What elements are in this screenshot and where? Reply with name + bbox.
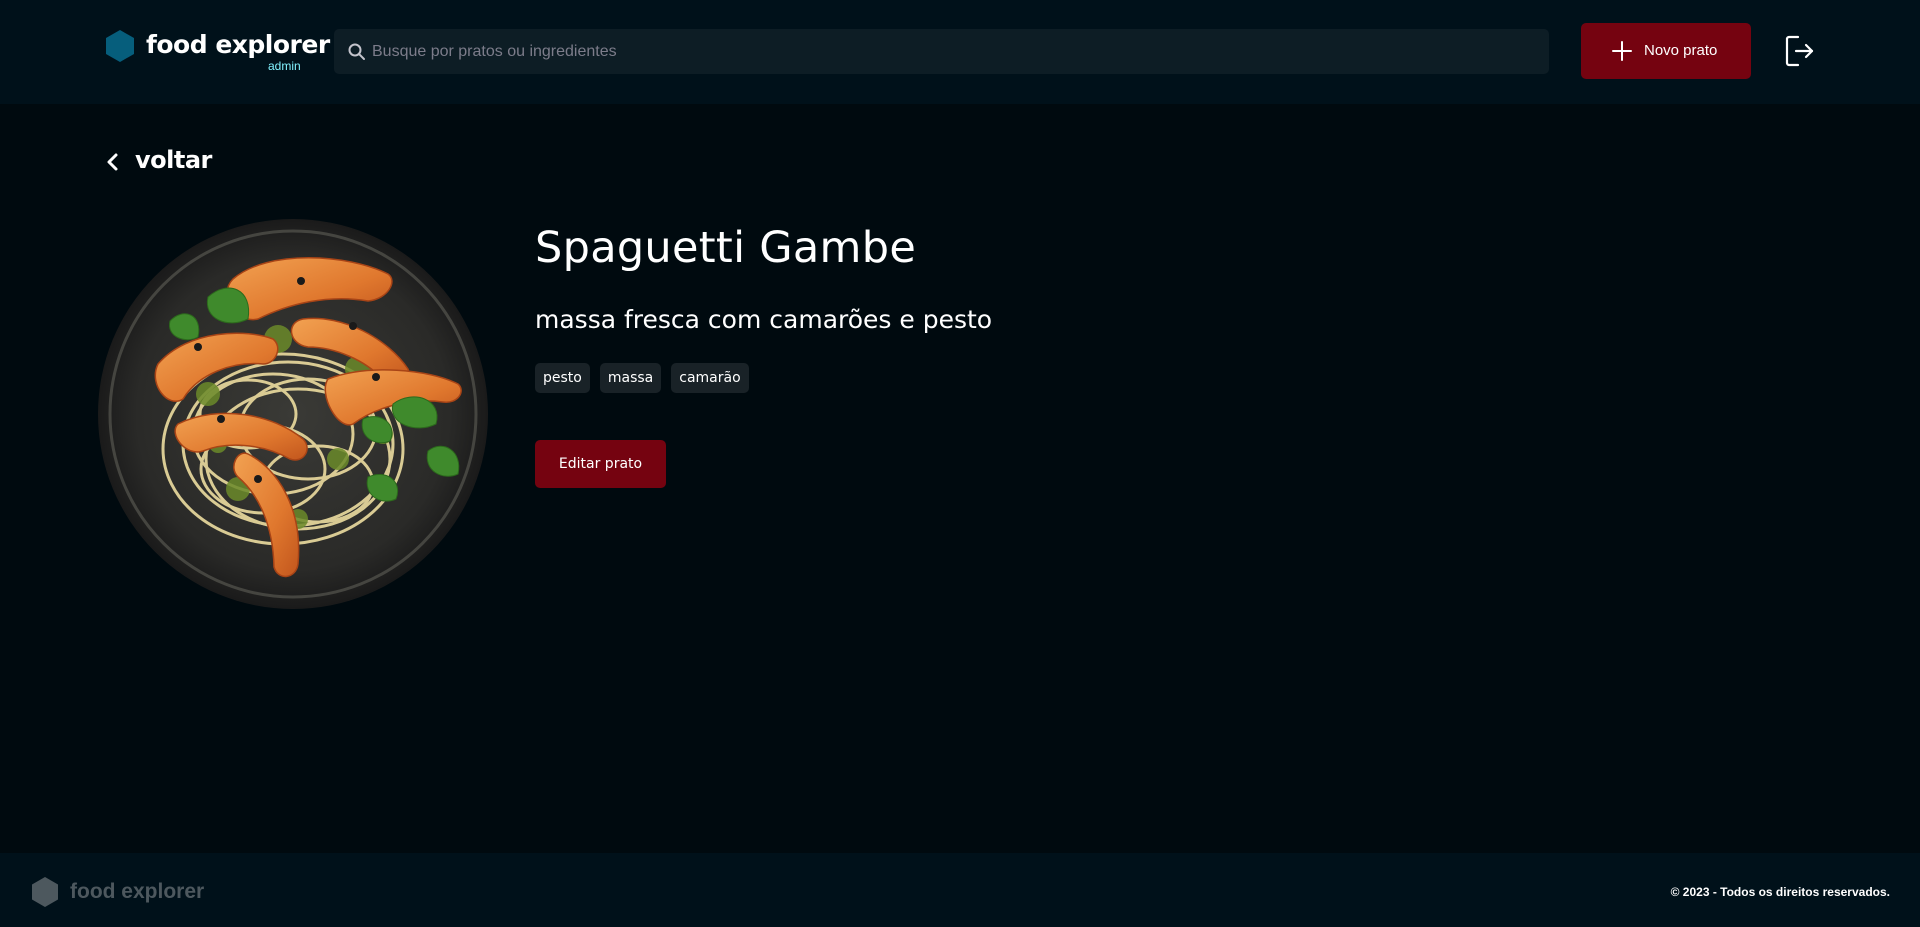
dish-title: Spaguetti Gambe: [535, 223, 917, 273]
new-dish-button[interactable]: Novo prato: [1581, 23, 1751, 79]
hexagon-logo-icon: [106, 30, 134, 62]
ingredient-tag: pesto: [535, 363, 590, 393]
footer: food explorer © 2023 - Todos os direitos…: [0, 853, 1920, 927]
footer-brand-name: food explorer: [70, 880, 205, 903]
dish-description: massa fresca com camarões e pesto: [535, 305, 993, 334]
dish-image: [98, 219, 488, 609]
search-input[interactable]: [372, 29, 1532, 74]
ingredient-tags: pesto massa camarão: [535, 363, 749, 393]
chevron-left-icon: [107, 153, 118, 171]
ingredient-tag: camarão: [671, 363, 749, 393]
sign-out-icon[interactable]: [1785, 34, 1815, 68]
ingredient-tag: massa: [599, 363, 662, 393]
plus-icon: [1612, 41, 1632, 61]
copyright-text: © 2023 - Todos os direitos reservados.: [1670, 885, 1890, 899]
back-label: voltar: [135, 146, 212, 174]
hexagon-logo-icon: [32, 877, 58, 907]
header: food explorer admin Novo prato: [0, 0, 1920, 104]
admin-badge: admin: [268, 59, 301, 73]
brand-name: food explorer: [146, 30, 330, 59]
edit-dish-button[interactable]: Editar prato: [535, 440, 666, 488]
search-icon: [348, 43, 365, 60]
new-dish-label: Novo prato: [1644, 42, 1718, 59]
search-bar[interactable]: [334, 29, 1549, 74]
